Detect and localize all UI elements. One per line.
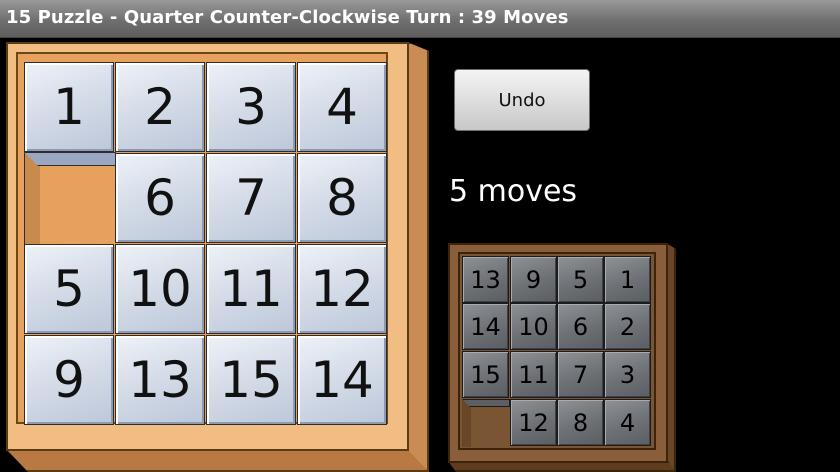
puzzle-tile[interactable]: 7 xyxy=(206,153,296,243)
puzzle-tile[interactable]: 9 xyxy=(24,335,114,425)
target-tile: 8 xyxy=(557,399,604,446)
target-tile: 6 xyxy=(557,303,604,350)
target-tile: 13 xyxy=(462,256,509,303)
target-tile: 4 xyxy=(604,399,651,446)
puzzle-tile[interactable]: 5 xyxy=(24,244,114,334)
puzzle-tile[interactable]: 12 xyxy=(297,244,387,334)
empty-slot-shadow-top xyxy=(24,152,116,166)
puzzle-tile[interactable]: 2 xyxy=(115,62,205,152)
puzzle-tile[interactable]: 11 xyxy=(206,244,296,334)
target-tile: 10 xyxy=(510,303,557,350)
target-tile: 5 xyxy=(557,256,604,303)
target-empty-slot-shadow-top xyxy=(462,399,510,407)
target-tile: 11 xyxy=(510,351,557,398)
empty-slot-shadow-left xyxy=(24,152,40,244)
title-bar: 15 Puzzle - Quarter Counter-Clockwise Tu… xyxy=(0,0,840,38)
puzzle-tile[interactable]: 15 xyxy=(206,335,296,425)
puzzle-tile[interactable]: 13 xyxy=(115,335,205,425)
window-title: 15 Puzzle - Quarter Counter-Clockwise Tu… xyxy=(6,7,569,28)
moves-counter: 5 moves xyxy=(449,174,578,209)
target-tile: 7 xyxy=(557,351,604,398)
target-tile: 12 xyxy=(510,399,557,446)
target-tile: 14 xyxy=(462,303,509,350)
puzzle-tile[interactable]: 14 xyxy=(297,335,387,425)
puzzle-tile[interactable]: 4 xyxy=(297,62,387,152)
target-tile: 15 xyxy=(462,351,509,398)
board-frame-bottom-edge xyxy=(6,449,429,472)
puzzle-tile[interactable]: 8 xyxy=(297,153,387,243)
undo-button[interactable]: Undo xyxy=(454,69,590,131)
board-frame-right-edge xyxy=(407,42,429,472)
target-tile: 2 xyxy=(604,303,651,350)
target-tile: 3 xyxy=(604,351,651,398)
puzzle-tile[interactable]: 3 xyxy=(206,62,296,152)
target-tile: 1 xyxy=(604,256,651,303)
target-tile: 9 xyxy=(510,256,557,303)
puzzle-tile[interactable]: 10 xyxy=(115,244,205,334)
puzzle-tile[interactable]: 1 xyxy=(24,62,114,152)
puzzle-tile[interactable]: 6 xyxy=(115,153,205,243)
